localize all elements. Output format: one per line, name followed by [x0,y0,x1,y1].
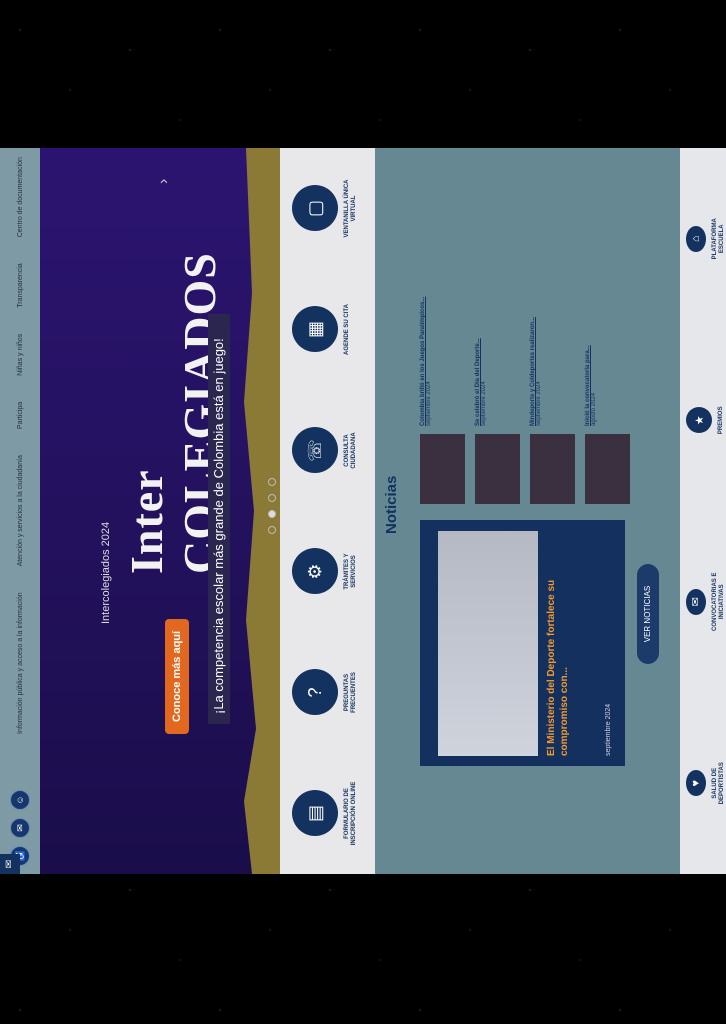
chat-icon[interactable]: ✉ [10,818,30,838]
service-item[interactable]: ★ PREMIOS [686,385,726,455]
hero-banner: ¡La competencia escolar más grande de Co… [208,314,230,724]
heart-icon: ♥ [686,770,706,797]
service-item[interactable]: ☏ CONSULTA CIUDADANA [292,416,358,486]
website-page: ♿ ✉ ☺ Información pública y acceso a la … [0,148,726,874]
window-icon: ▢ [292,185,338,232]
services-row: ▤ FORMULARIO DE INSCRIPCIÓN ONLINE ? PREGU… [280,148,375,874]
news-item[interactable]: Mindeporte y Coldeportes realizaron... se… [530,234,585,504]
news-date: agosto 2024 [591,392,597,426]
service-item[interactable]: ⚙ TRÁMITES Y SERVICIOS [292,537,358,607]
form-icon: ▤ [292,790,338,837]
hero-carousel[interactable]: Intercolegiados 2024 Inter COLEGIADOS ¡L… [40,148,280,874]
service-item[interactable]: ▤ FORMULARIO DE INSCRIPCIÓN ONLINE [292,779,358,849]
gear-icon: ⚙ [292,548,338,595]
news-list: Colombia brilló en los Juegos Paralímpic… [420,234,640,504]
screen-frame: ♿ ✉ ☺ Información pública y acceso a la … [0,148,726,874]
headset-icon: ☏ [292,427,338,474]
trophy-icon: ★ [686,407,712,434]
news-thumb [530,434,575,504]
service-item[interactable]: ▦ AGENDE SU CITA [292,295,351,365]
bottom-services: ♥ SALUD DE DEPORTISTAS ✉ CONVOCATORIAS E I… [680,148,726,874]
carousel-dot[interactable] [268,494,276,502]
featured-title[interactable]: El Ministerio del Deporte fortalece su c… [545,531,571,756]
news-item[interactable]: Colombia brilló en los Juegos Paralímpic… [420,234,475,504]
cta-button[interactable]: Conoce más aquí [165,618,189,734]
megaphone-icon: ✉ [686,588,706,615]
news-date: septiembre 2024 [426,381,432,426]
user-icon[interactable]: ☺ [10,790,30,810]
question-icon: ? [292,669,338,716]
news-section: Noticias El Ministerio del Deporte forta… [375,148,680,874]
nav-link[interactable]: Centro de documentación [17,157,24,237]
hero-subtitle: Intercolegiados 2024 [100,521,112,624]
featured-date: septiembre 2024 [605,703,612,756]
carousel-dots [268,478,276,534]
nav-link[interactable]: Participa [17,402,24,429]
service-item[interactable]: ⌂ PLATAFORMA ESCUELA [686,204,726,274]
carousel-dot[interactable] [268,478,276,486]
news-image [438,531,538,756]
featured-news[interactable]: El Ministerio del Deporte fortalece su c… [420,520,625,766]
service-item[interactable]: ♥ SALUD DE DEPORTISTAS [686,748,726,818]
carousel-dot-active[interactable] [268,510,276,518]
service-item[interactable]: ? PREGUNTAS FRECUENTES [292,658,358,728]
chevron-right-icon[interactable]: › [155,179,173,184]
news-item[interactable]: Se celebró el Día del Deporte... septiemb… [475,234,530,504]
chat-widget-icon[interactable]: ✉ [0,854,20,874]
school-icon: ⌂ [686,225,706,252]
calendar-icon: ▦ [292,306,338,353]
news-date: septiembre 2024 [481,381,487,426]
top-bar: ♿ ✉ ☺ Información pública y acceso a la … [0,148,40,874]
nav-link[interactable]: Niñas y niños [17,334,24,376]
view-news-button[interactable]: VER NOTICIAS [637,564,659,664]
news-thumb [420,434,465,504]
news-thumb [475,434,520,504]
news-heading: Noticias [383,475,400,534]
service-item[interactable]: ✉ CONVOCATORIAS E INICIATIVAS [686,567,726,637]
news-item[interactable]: Inició la convocatoria para... agosto 202… [585,234,640,504]
carousel-dot[interactable] [268,526,276,534]
news-thumb [585,434,630,504]
top-nav: Información pública y acceso a la inform… [0,157,40,734]
nav-link[interactable]: Transparencia [17,263,24,308]
service-item[interactable]: ▢ VENTANILLA ÚNICA VIRTUAL [292,174,358,244]
nav-link[interactable]: Información pública y acceso a la inform… [17,592,24,734]
news-date: septiembre 2024 [536,381,542,426]
nav-link[interactable]: Atención y servicios a la ciudadanía [17,455,24,566]
